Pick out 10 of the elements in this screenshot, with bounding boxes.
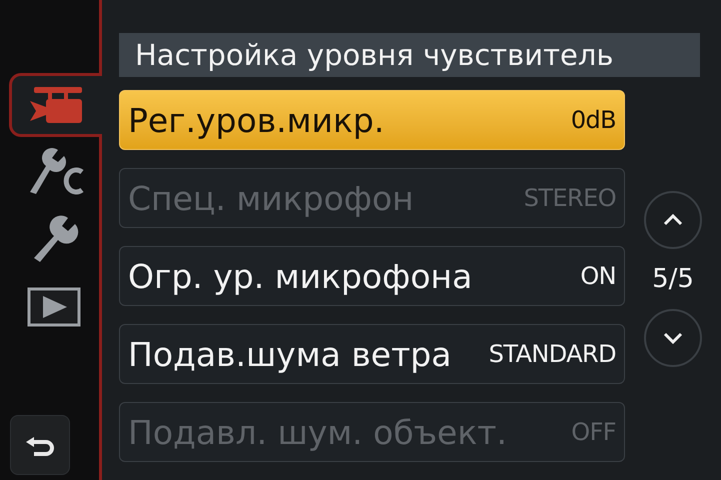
chevron-up-icon <box>663 214 683 226</box>
page-indicator: 5/5 <box>652 266 694 292</box>
menu-tab[interactable] <box>9 73 102 137</box>
menu-item[interactable]: Подав.шума ветра STANDARD <box>119 324 625 384</box>
chevron-down-icon <box>663 332 683 344</box>
back-button[interactable] <box>10 415 70 475</box>
menu-item[interactable]: Рег.уров.микр. 0dB <box>119 90 625 150</box>
menu-item[interactable]: Огр. ур. микрофона ON <box>119 246 625 306</box>
menu-title: Настройка уровня чувствитель <box>119 33 700 77</box>
playback-icon <box>27 287 81 327</box>
